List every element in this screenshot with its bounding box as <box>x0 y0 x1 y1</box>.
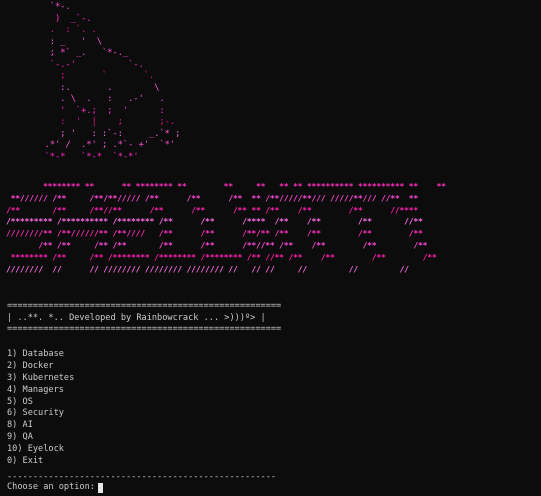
text-cursor[interactable] <box>97 482 103 493</box>
menu-item-exit: 0) Exit <box>7 456 44 467</box>
cat-art-line: . \ . : .-' . <box>8 94 165 104</box>
cat-art-line: `*-. <box>8 2 71 12</box>
banner-line: **////// /** /**/**///// /** /** /** ** … <box>6 192 419 203</box>
menu-item-qa: 9) QA <box>7 432 33 443</box>
banner-line: ////////** /**//////** /**//// /** /** /… <box>6 228 423 239</box>
cat-art-line: .*' / .*' ; .*`- +' `*' <box>8 140 176 150</box>
developer-credit: | ..**. *.. Developed by Rainbowcrack ..… <box>7 312 266 323</box>
prompt-label: Choose an option: <box>7 482 95 492</box>
cat-art-line: . : `. . <box>8 25 97 35</box>
banner-line: /** /** /** /** /** /** /**//** /** /** … <box>6 239 428 250</box>
prompt-line[interactable]: Choose an option: <box>7 482 103 493</box>
cat-art-line: ; *` _. `*-._ <box>8 48 129 58</box>
cat-art-line: ; ` `. <box>8 71 155 81</box>
menu-item-ai: 8) AI <box>7 420 33 431</box>
menu-list: 1) Database 2) Docker 3) Kubernetes 4) M… <box>7 349 74 468</box>
cat-art-line: ' `+.; ; ' : <box>8 105 165 116</box>
banner-line: //////// // // //////// //////// ///////… <box>6 263 409 274</box>
info-box: ========================================… <box>7 301 281 336</box>
menu-item-security: 6) Security <box>7 408 64 419</box>
banner-line: ******** ** ** ******** ** ** ** ** ** *… <box>6 181 446 191</box>
menu-item-kubernetes: 3) Kubernetes <box>7 372 75 383</box>
info-border-top: ========================================… <box>7 301 282 311</box>
cat-art-line: ; ' : :`-: _.`* ; <box>8 128 181 139</box>
menu-item-os: 5) OS <box>7 396 33 407</box>
cat-art-line: `-.-' `-. <box>8 59 144 70</box>
cat-art-line: : ' | ; ;-. <box>8 117 175 127</box>
menu-item-docker: 2) Docker <box>7 360 54 371</box>
cat-art-line: ) _`-. <box>8 13 92 24</box>
ascii-banner: ******** ** ** ******** ** ** ** ** ** *… <box>6 181 446 275</box>
ascii-cat-art: `*-. ) _`-. . : `. . : _ ' \ ; *` _. `*-… <box>8 2 181 163</box>
banner-line: /** /** /**//** /** /** /** ** /** /** /… <box>6 204 419 215</box>
info-border-bottom: ========================================… <box>7 324 282 335</box>
cat-art-line: `*-* `*-* `*-*' <box>8 151 139 162</box>
cat-art-line: :. . \ <box>8 82 160 93</box>
menu-item-eyelock: 10) Eyelock <box>7 444 64 455</box>
banner-line: /********* /********** /******** /** /**… <box>6 216 423 227</box>
banner-line: ******** /** /** /******** /******** /**… <box>6 251 437 262</box>
cat-art-line: : _ ' \ <box>8 36 102 47</box>
terminal-window: `*-. ) _`-. . : `. . : _ ' \ ; *` _. `*-… <box>0 0 541 496</box>
menu-item-database: 1) Database <box>7 349 64 359</box>
menu-item-managers: 4) Managers <box>7 384 64 395</box>
